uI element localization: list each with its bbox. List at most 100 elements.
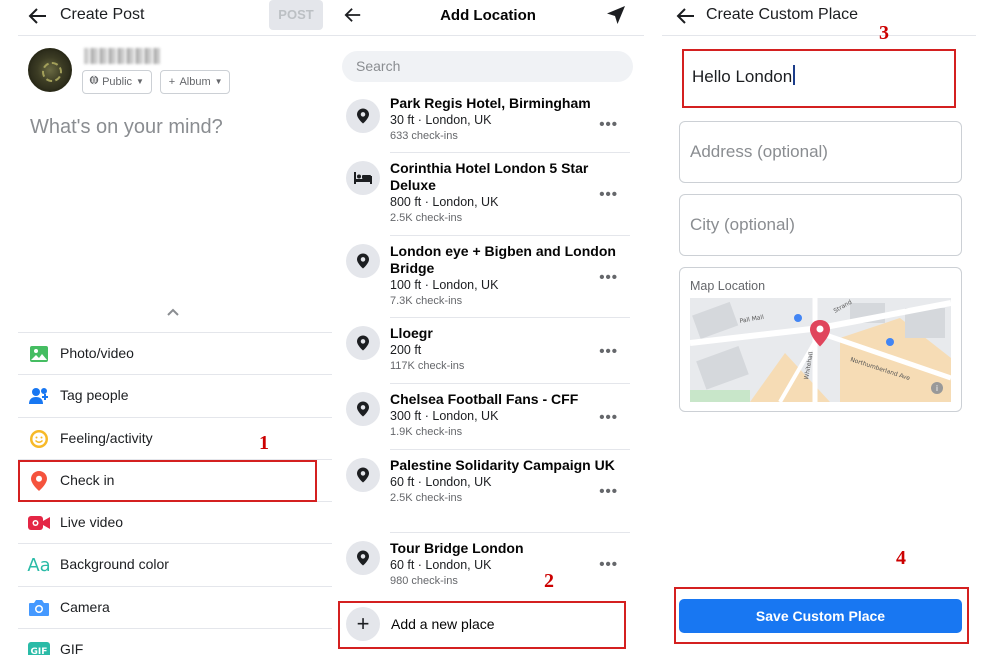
more-options-icon[interactable]: ••• (599, 483, 618, 500)
photo-icon (28, 343, 50, 365)
more-options-icon[interactable]: ••• (599, 343, 618, 360)
option-background-color[interactable]: Aa Background color (18, 543, 332, 585)
smiley-icon (28, 428, 50, 450)
add-location-screen: Add Location Search Park Regis Hotel, Bi… (332, 0, 644, 655)
privacy-label: Public (102, 76, 133, 88)
place-meta: 60 ft · London, UK (390, 558, 492, 572)
custom-place-header: Create Custom Place (662, 0, 976, 36)
text-aa-icon: Aa (27, 554, 51, 576)
chevron-up-icon[interactable] (166, 304, 180, 320)
album-selector[interactable]: + Album ▼ (160, 70, 230, 94)
create-post-screen: Create Post POST Public ▼ + Album ▼ What's… (0, 0, 332, 655)
more-options-icon[interactable]: ••• (599, 186, 618, 203)
gif-icon: GIF (28, 639, 50, 655)
more-options-icon[interactable]: ••• (599, 116, 618, 133)
page-title: Add Location (440, 7, 536, 24)
more-options-icon[interactable]: ••• (599, 269, 618, 286)
place-checkins: 633 check-ins (390, 130, 458, 142)
option-feeling-activity[interactable]: Feeling/activity (18, 416, 332, 459)
more-options-icon[interactable]: ••• (599, 556, 618, 573)
place-meta: 60 ft · London, UK (390, 475, 492, 489)
list-item[interactable]: Corinthia Hotel London 5 Star Deluxe 800… (346, 153, 630, 236)
place-name: Lloegr (390, 325, 433, 341)
map-graphic: Pall Mall Strand Northumberland Ave Whit… (690, 298, 951, 402)
search-input[interactable]: Search (342, 51, 633, 82)
place-checkins: 7.3K check-ins (390, 295, 463, 307)
album-label: Album (179, 76, 211, 88)
map-label: Map Location (690, 279, 766, 293)
place-checkins: 117K check-ins (390, 360, 465, 372)
option-label: Tag people (60, 387, 129, 404)
location-pin-icon (346, 99, 380, 133)
create-custom-place-screen: Create Custom Place Hello London 3 Addre… (662, 0, 986, 655)
annotation-step-3: 3 (879, 22, 889, 44)
annotation-step-4: 4 (896, 547, 906, 569)
city-field[interactable]: City (optional) (679, 194, 962, 256)
place-meta: 100 ft · London, UK (390, 278, 499, 292)
option-gif[interactable]: GIF GIF (18, 628, 332, 655)
username-blurred (84, 48, 160, 64)
add-location-header: Add Location (332, 0, 644, 36)
back-arrow-icon[interactable] (676, 6, 696, 26)
place-checkins: 2.5K check-ins (390, 212, 463, 224)
list-item[interactable]: Lloegr 200 ft 117K check-ins ••• (346, 318, 630, 384)
place-meta: 300 ft · London, UK (390, 409, 499, 423)
option-label: Background color (60, 556, 169, 573)
option-camera[interactable]: Camera (18, 585, 332, 628)
place-name: Park Regis Hotel, Birmingham (390, 95, 591, 111)
navigation-arrow-icon[interactable] (606, 5, 628, 27)
place-meta: 200 ft (390, 343, 422, 357)
place-name: Chelsea Football Fans - CFF (390, 391, 579, 407)
place-checkins: 980 check-ins (390, 575, 458, 587)
annotation-step-1: 1 (259, 432, 269, 454)
option-label: Live video (60, 514, 124, 531)
more-options-icon[interactable]: ••• (599, 409, 618, 426)
option-label: GIF (60, 641, 84, 655)
map-preview[interactable]: Pall Mall Strand Northumberland Ave Whit… (690, 298, 951, 402)
create-post-header: Create Post POST (18, 0, 332, 36)
caret-down-icon: ▼ (136, 77, 144, 86)
list-item[interactable]: Tour Bridge London 60 ft · London, UK 98… (346, 533, 630, 595)
add-place-highlight (338, 601, 626, 649)
post-button[interactable]: POST (269, 0, 323, 30)
list-item[interactable]: Park Regis Hotel, Birmingham 30 ft · Lon… (346, 95, 630, 153)
place-meta: 800 ft · London, UK (390, 195, 499, 209)
page-title: Create Custom Place (706, 6, 859, 23)
info-icon: i (936, 384, 938, 393)
back-arrow-icon[interactable] (28, 6, 48, 26)
places-list: Park Regis Hotel, Birmingham 30 ft · Lon… (332, 95, 644, 595)
privacy-selector[interactable]: Public ▼ (82, 70, 152, 94)
location-pin-icon (346, 458, 380, 492)
list-item[interactable]: Palestine Solidarity Campaign UK 60 ft ·… (346, 450, 630, 533)
list-item[interactable]: Chelsea Football Fans - CFF 300 ft · Lon… (346, 384, 630, 450)
save-button-highlight (674, 587, 969, 644)
place-name: Tour Bridge London (390, 540, 524, 556)
place-meta: 30 ft · London, UK (390, 113, 492, 127)
place-name: Corinthia Hotel London 5 Star Deluxe (390, 160, 589, 193)
map-location-card: Map Location Pall Mall Strand Northumber… (679, 267, 962, 412)
option-photo-video[interactable]: Photo/video (18, 332, 332, 374)
name-field-highlight (682, 49, 956, 108)
place-checkins: 2.5K check-ins (390, 492, 463, 504)
screenshot-root: Create Post POST Public ▼ + Album ▼ What's… (0, 0, 986, 655)
location-pin-icon (346, 326, 380, 360)
composer-input[interactable]: What's on your mind? (30, 116, 223, 139)
tag-people-icon (28, 385, 50, 407)
list-item[interactable]: London eye + Bigben and London Bridge 10… (346, 236, 630, 318)
option-label: Camera (60, 598, 110, 615)
camera-icon (28, 597, 50, 619)
address-field[interactable]: Address (optional) (679, 121, 962, 183)
option-tag-people[interactable]: Tag people (18, 374, 332, 416)
live-video-icon (28, 512, 50, 534)
place-name: London eye + Bigben and London Bridge (390, 243, 616, 276)
caret-down-icon: ▼ (214, 77, 223, 86)
globe-icon (89, 71, 99, 93)
bed-icon (346, 161, 380, 195)
option-label: Photo/video (60, 345, 134, 361)
svg-text:GIF: GIF (31, 647, 48, 655)
option-live-video[interactable]: Live video (18, 501, 332, 543)
avatar (28, 48, 72, 92)
plus-icon: + (168, 76, 176, 88)
location-pin-icon (346, 541, 380, 575)
annotation-step-2: 2 (544, 570, 554, 592)
